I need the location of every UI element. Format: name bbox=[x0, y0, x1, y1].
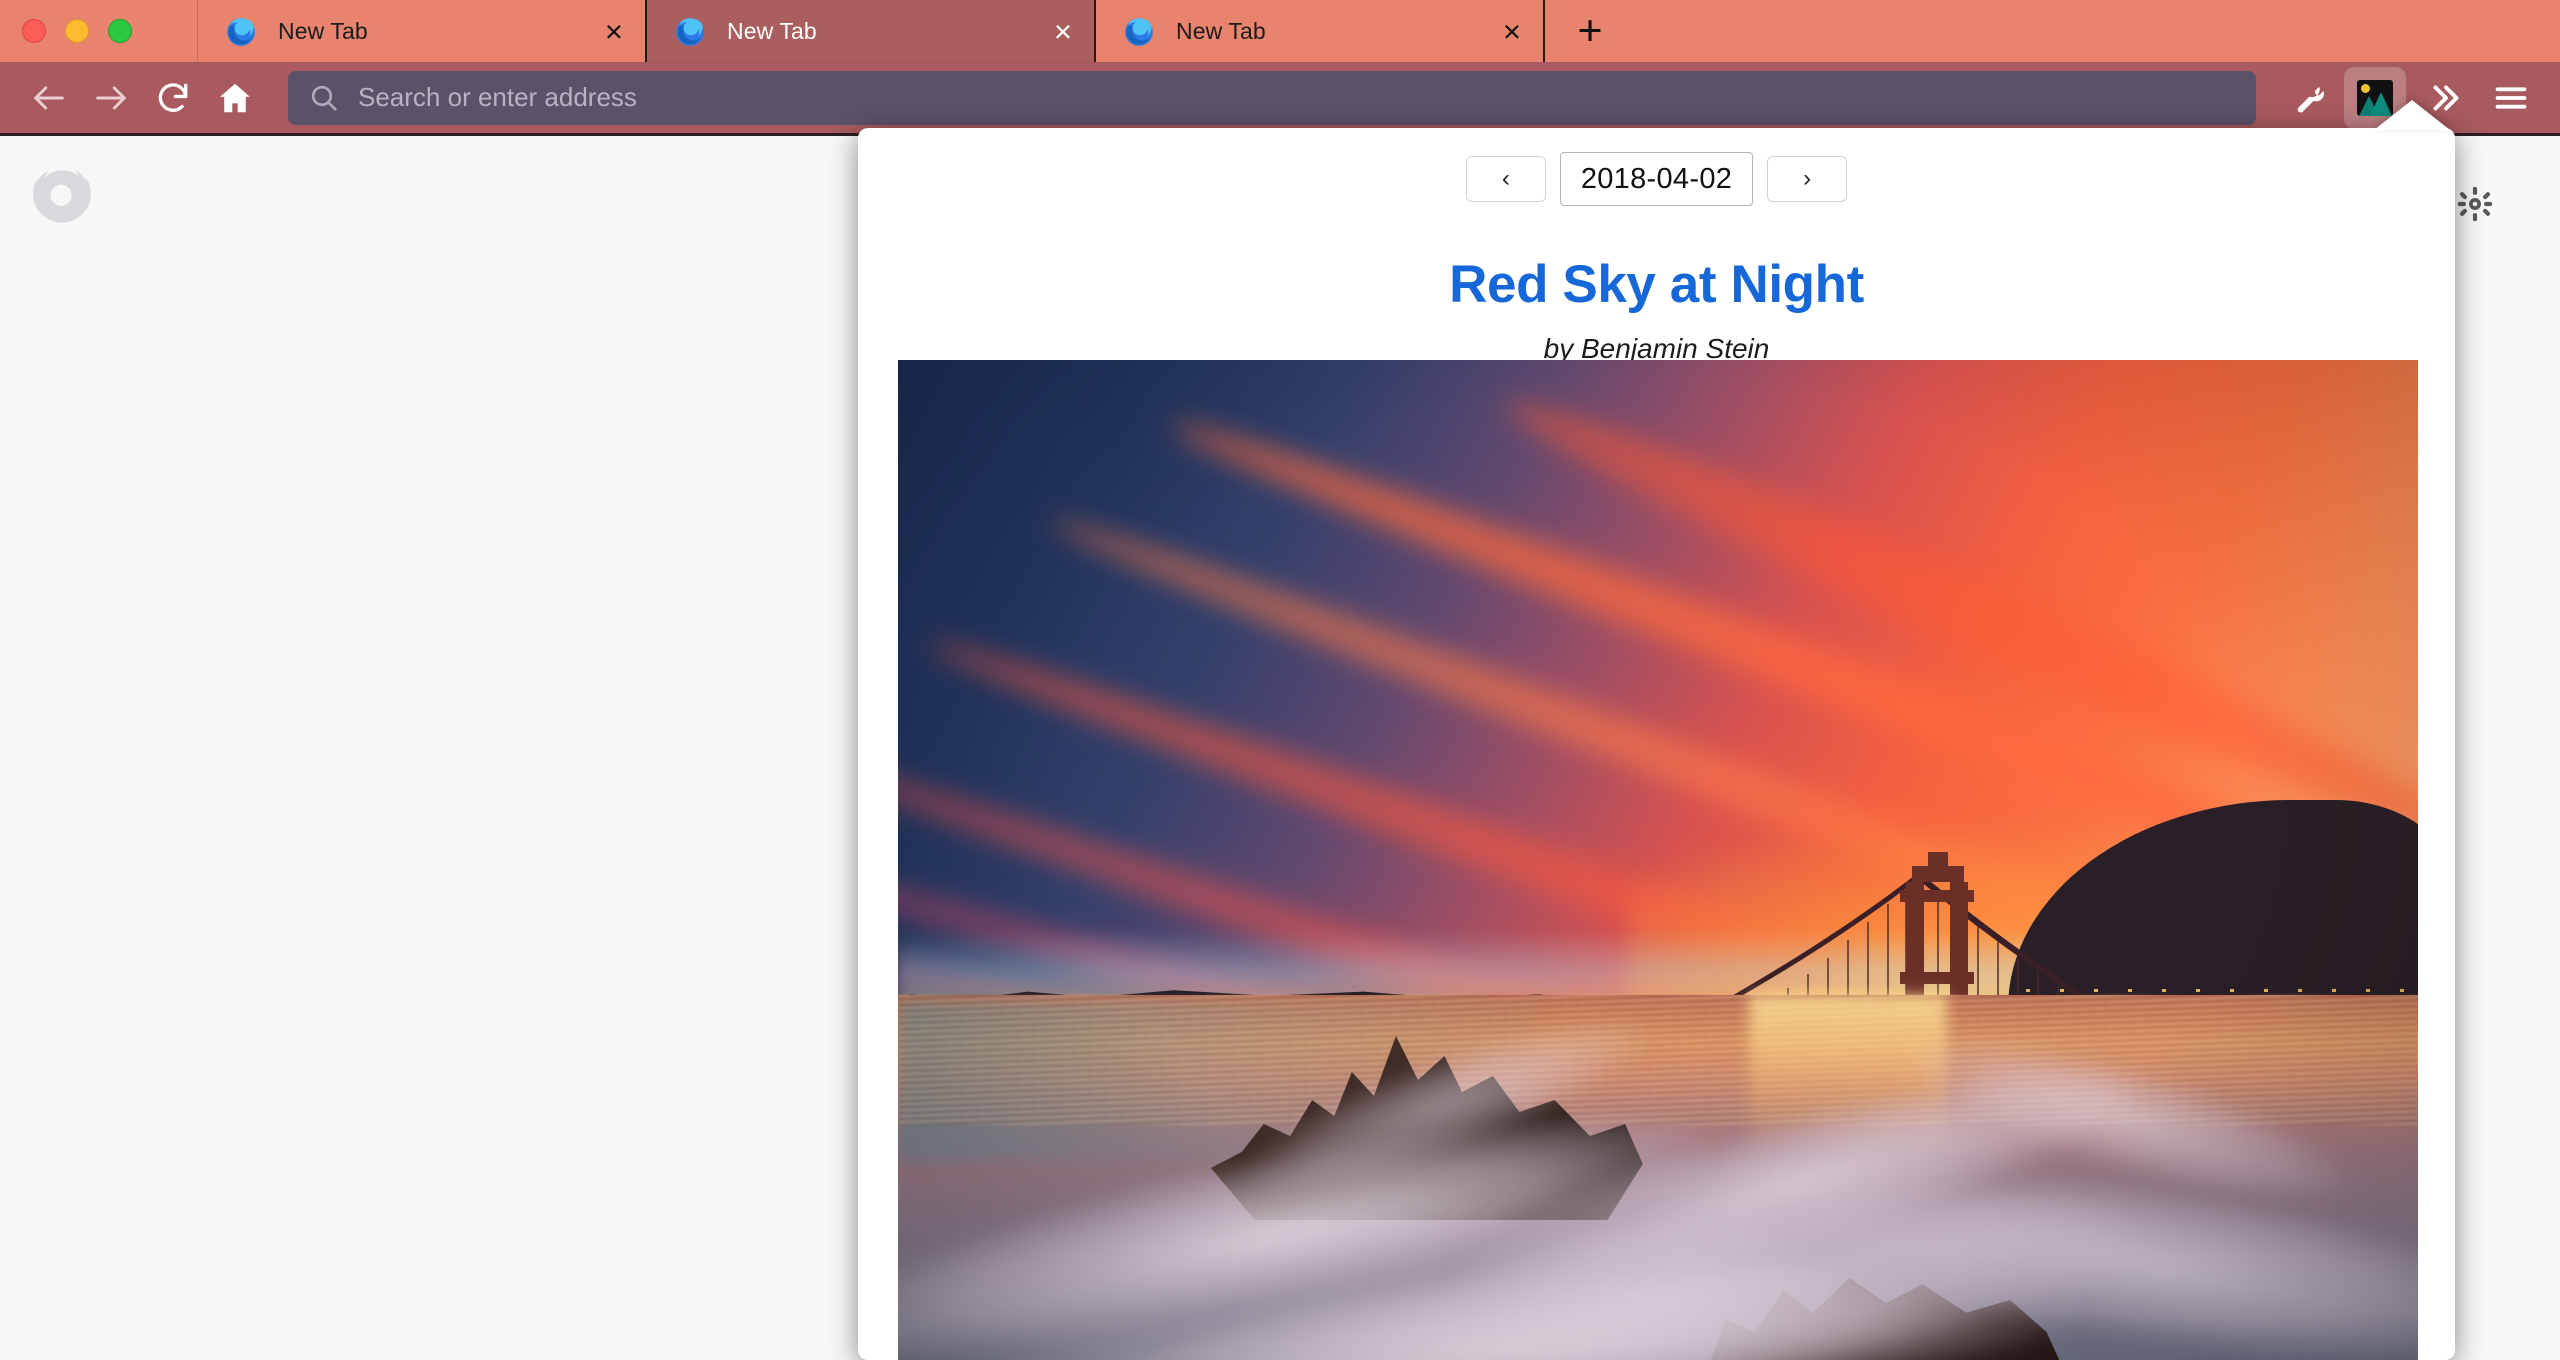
titlebar-empty-area bbox=[1635, 0, 2560, 62]
hamburger-menu-icon[interactable] bbox=[2480, 67, 2542, 129]
previous-day-button[interactable]: ‹ bbox=[1465, 156, 1546, 202]
window-minimize-button[interactable] bbox=[65, 19, 89, 43]
titlebar: New Tab × New Tab × New Tab × + bbox=[0, 0, 2560, 62]
popup-pointer-arrow bbox=[2374, 100, 2450, 130]
tab-title: New Tab bbox=[1176, 17, 1266, 44]
tab-1[interactable]: New Tab × bbox=[198, 0, 647, 62]
firefox-icon bbox=[673, 14, 707, 48]
photo-canvas bbox=[898, 360, 2418, 1360]
firefox-icon bbox=[224, 14, 258, 48]
home-button[interactable] bbox=[204, 67, 266, 129]
new-tab-button[interactable]: + bbox=[1545, 0, 1635, 62]
search-icon bbox=[308, 82, 340, 114]
photo-image[interactable] bbox=[898, 360, 2418, 1360]
browser-window: New Tab × New Tab × New Tab × + Search o… bbox=[0, 0, 2560, 1360]
tab-3[interactable]: New Tab × bbox=[1096, 0, 1545, 62]
traffic-lights bbox=[0, 0, 198, 62]
photo-title: Red Sky at Night bbox=[1449, 255, 1864, 314]
address-bar-placeholder: Search or enter address bbox=[358, 82, 637, 112]
wrench-icon[interactable] bbox=[2276, 67, 2338, 129]
reload-button[interactable] bbox=[142, 67, 204, 129]
window-maximize-button[interactable] bbox=[108, 19, 132, 43]
firefox-icon bbox=[1122, 14, 1156, 48]
forward-button[interactable] bbox=[80, 67, 142, 129]
tab-title: New Tab bbox=[727, 17, 817, 44]
photo-extension-popup: ‹ 2018-04-02 › Red Sky at Night by Benja… bbox=[858, 128, 2455, 1360]
firefox-logo bbox=[28, 164, 96, 232]
date-input[interactable]: 2018-04-02 bbox=[1559, 152, 1754, 206]
navigation-toolbar: Search or enter address bbox=[0, 62, 2560, 136]
tab-2[interactable]: New Tab × bbox=[647, 0, 1096, 62]
tab-close-button[interactable]: × bbox=[1048, 16, 1078, 47]
tab-close-button[interactable]: × bbox=[599, 16, 629, 47]
tab-strip: New Tab × New Tab × New Tab × + bbox=[198, 0, 1635, 62]
window-close-button[interactable] bbox=[22, 19, 46, 43]
back-button[interactable] bbox=[18, 67, 80, 129]
gear-icon[interactable] bbox=[2450, 179, 2500, 229]
next-day-button[interactable]: › bbox=[1767, 156, 1848, 202]
sun-glyph bbox=[2361, 83, 2370, 93]
address-bar[interactable]: Search or enter address bbox=[288, 70, 2256, 125]
tab-title: New Tab bbox=[278, 17, 368, 44]
tab-close-button[interactable]: × bbox=[1497, 16, 1527, 47]
date-navigation: ‹ 2018-04-02 › bbox=[858, 128, 2455, 206]
